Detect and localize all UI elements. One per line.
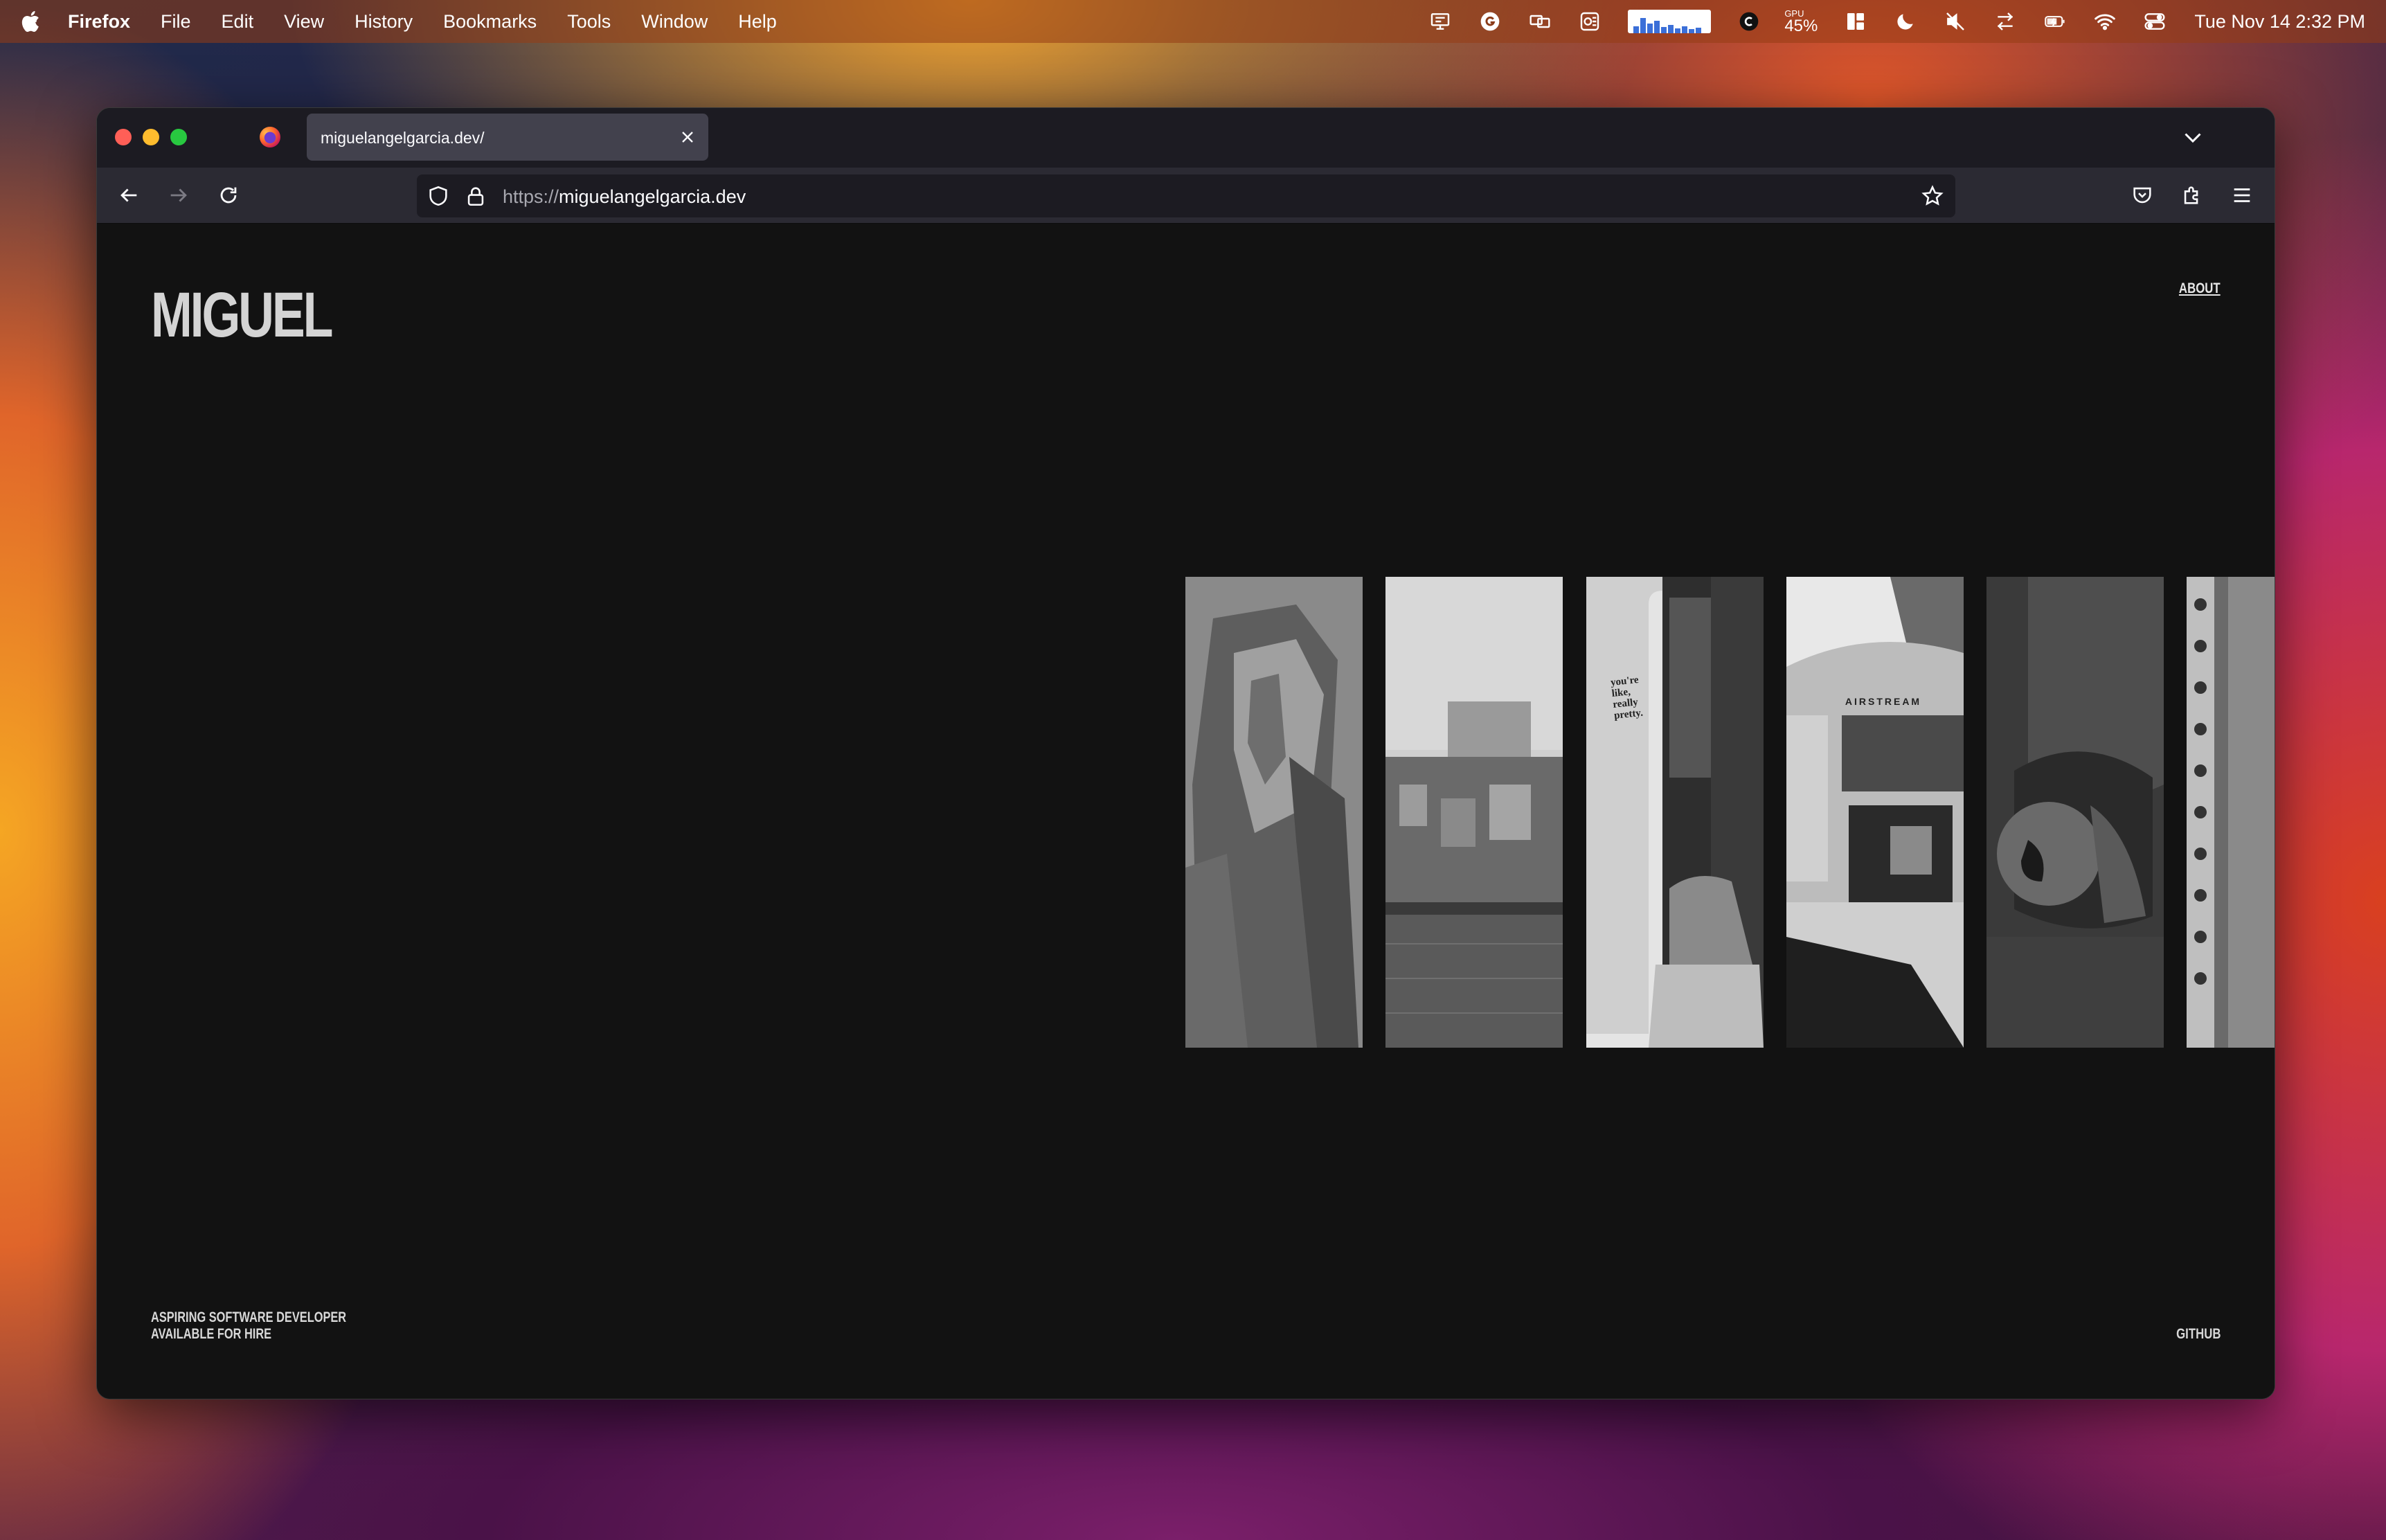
outlook-icon[interactable] <box>1578 10 1602 33</box>
app-menu-button[interactable] <box>2228 181 2256 209</box>
menu-view[interactable]: View <box>284 11 324 33</box>
footer-tagline: ASPIRING SOFTWARE DEVELOPER AVAILABLE FO… <box>151 1309 346 1343</box>
github-link[interactable]: GITHUB <box>2176 1326 2221 1343</box>
mute-icon[interactable] <box>1944 10 1967 33</box>
url-scheme: https:// <box>503 186 559 207</box>
menu-file[interactable]: File <box>161 11 191 33</box>
bookmark-star-icon[interactable] <box>1921 184 1944 208</box>
presentation-icon[interactable] <box>1428 10 1452 33</box>
menu-bar: Firefox File Edit View History Bookmarks… <box>0 0 2386 43</box>
window-close-button[interactable] <box>115 129 132 145</box>
screens-icon[interactable] <box>1528 10 1552 33</box>
arrow-left-icon <box>120 188 137 202</box>
gallery-photo-porto[interactable] <box>1385 577 1563 1048</box>
web-page: MIGUEL ABOUT you'relike,reallypretty. AI… <box>97 224 2275 1399</box>
lock-icon[interactable] <box>464 184 487 208</box>
url-host: miguelangelgarcia.dev <box>559 186 746 207</box>
browser-window: miguelangelgarcia.dev/ https://miguelang… <box>96 107 2275 1399</box>
chevron-down-icon[interactable] <box>2180 125 2205 150</box>
forward-button[interactable] <box>165 181 192 209</box>
menu-help[interactable]: Help <box>738 11 777 33</box>
window-minimize-button[interactable] <box>143 129 159 145</box>
menu-bookmarks[interactable]: Bookmarks <box>443 11 537 33</box>
menu-history[interactable]: History <box>355 11 413 33</box>
gallery-photo-airstream[interactable]: AIRSTREAM <box>1786 577 1964 1048</box>
cpu-graph[interactable] <box>1628 10 1712 33</box>
navigation-toolbar: https://miguelangelgarcia.dev <box>97 168 2275 224</box>
about-link[interactable]: ABOUT <box>2179 280 2221 297</box>
chatgpt-icon[interactable] <box>1737 10 1761 33</box>
transfer-icon[interactable] <box>1993 10 2017 33</box>
tab-title: miguelangelgarcia.dev/ <box>321 129 485 147</box>
control-center-icon[interactable] <box>2143 10 2167 33</box>
wifi-icon[interactable] <box>2093 10 2117 33</box>
pocket-icon <box>2133 187 2151 204</box>
menubar-clock[interactable]: Tue Nov 14 2:32 PM <box>2194 11 2365 33</box>
layout-icon[interactable] <box>1844 10 1867 33</box>
puzzle-icon <box>2184 186 2198 204</box>
url-text[interactable]: https://miguelangelgarcia.dev <box>503 186 746 208</box>
menu-app-name[interactable]: Firefox <box>68 11 130 33</box>
gallery-photo-closeup[interactable] <box>1986 577 2164 1048</box>
gallery-photo-statue[interactable] <box>1185 577 1363 1048</box>
close-tab-icon[interactable] <box>678 127 697 147</box>
reload-button[interactable] <box>215 181 242 209</box>
airstream-text: AIRSTREAM <box>1845 696 1921 707</box>
gpu-value: 45% <box>1784 16 1818 35</box>
extensions-button[interactable] <box>2178 181 2206 209</box>
url-bar[interactable]: https://miguelangelgarcia.dev <box>417 174 1955 217</box>
footer-line-2: AVAILABLE FOR HIRE <box>151 1326 272 1342</box>
gpu-meter[interactable]: GPU 45% <box>1784 9 1818 35</box>
menu-window[interactable]: Window <box>641 11 708 33</box>
moon-icon[interactable] <box>1894 10 1917 33</box>
menu-edit[interactable]: Edit <box>222 11 254 33</box>
gallery-photo-mirror[interactable]: you'relike,reallypretty. <box>1586 577 1764 1048</box>
reload-icon <box>220 187 237 204</box>
photo-gallery: you'relike,reallypretty. AIRSTREAM <box>1185 577 2275 1048</box>
firefox-icon[interactable] <box>258 125 282 150</box>
hamburger-menu-icon <box>2234 188 2250 202</box>
battery-icon[interactable] <box>2043 10 2067 33</box>
site-logo[interactable]: MIGUEL <box>151 279 333 352</box>
apple-icon[interactable] <box>19 9 44 34</box>
gallery-photo-cathedral[interactable] <box>2187 577 2275 1048</box>
footer-line-1: ASPIRING SOFTWARE DEVELOPER <box>151 1309 347 1325</box>
arrow-right-icon <box>170 188 187 202</box>
back-button[interactable] <box>115 181 143 209</box>
tab-active[interactable]: miguelangelgarcia.dev/ <box>307 114 708 161</box>
window-maximize-button[interactable] <box>170 129 187 145</box>
pocket-button[interactable] <box>2128 181 2156 209</box>
tab-bar: miguelangelgarcia.dev/ <box>97 108 2275 168</box>
menu-tools[interactable]: Tools <box>567 11 611 33</box>
shield-icon[interactable] <box>427 184 450 208</box>
grammarly-icon[interactable] <box>1478 10 1502 33</box>
